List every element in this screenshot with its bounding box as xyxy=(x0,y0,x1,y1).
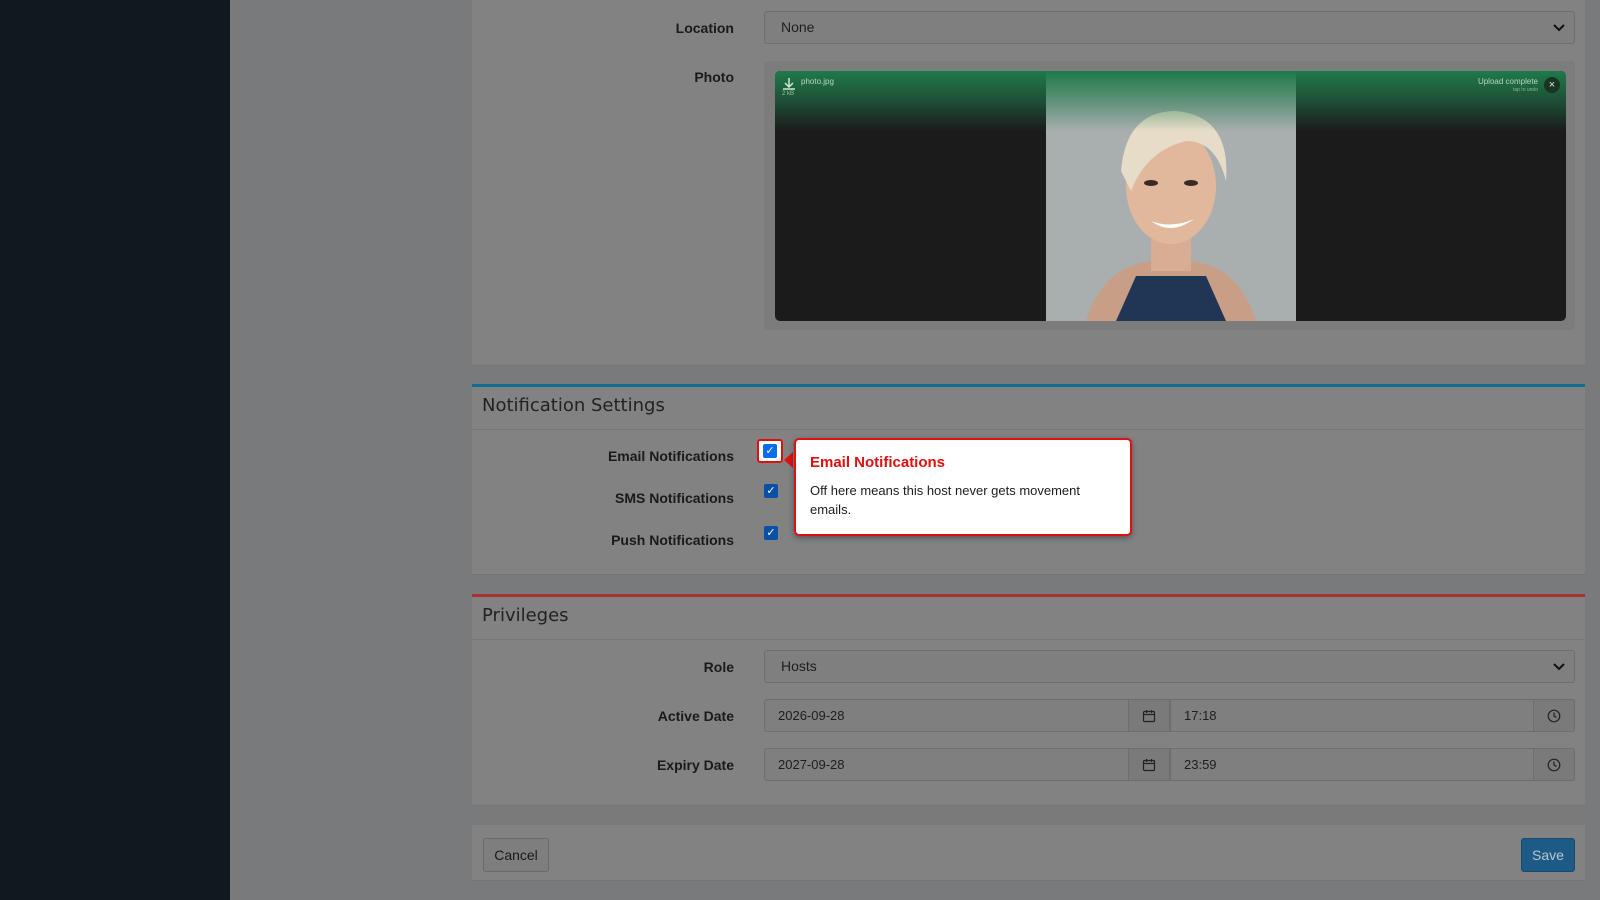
push-notifications-label: Push Notifications xyxy=(611,532,734,548)
divider xyxy=(472,639,1585,640)
expiry-time-input[interactable]: 23:59 xyxy=(1170,748,1535,781)
notification-settings-title: Notification Settings xyxy=(482,395,665,416)
push-notifications-checkbox[interactable]: ✓ xyxy=(764,526,778,540)
divider xyxy=(472,429,1585,430)
form-footer xyxy=(472,825,1585,881)
chevron-down-icon xyxy=(1553,24,1565,32)
active-date-picker-button[interactable] xyxy=(1128,699,1170,732)
clock-icon xyxy=(1547,709,1561,723)
email-notifications-label: Email Notifications xyxy=(607,448,734,464)
download-icon[interactable] xyxy=(782,77,796,91)
chevron-down-icon xyxy=(1553,663,1565,671)
email-notifications-checkbox[interactable]: ✓ xyxy=(757,439,783,463)
tooltip-body: Off here means this host never gets move… xyxy=(810,483,1081,517)
cancel-button[interactable]: Cancel xyxy=(483,838,549,872)
tooltip-arrow xyxy=(784,452,793,468)
role-select[interactable]: Hosts xyxy=(764,650,1575,683)
location-label: Location xyxy=(675,20,734,36)
active-time-input[interactable]: 17:18 xyxy=(1170,699,1535,732)
sms-notifications-checkbox[interactable]: ✓ xyxy=(764,484,778,498)
clock-icon xyxy=(1547,758,1561,772)
sidebar xyxy=(0,0,230,900)
expiry-time-picker-button[interactable] xyxy=(1533,748,1575,781)
photo-file-size: 2 kB xyxy=(782,91,795,97)
upload-hint: tap to undo xyxy=(1512,87,1538,93)
role-label: Role xyxy=(703,659,734,675)
expiry-date-input[interactable]: 2027-09-28 xyxy=(764,748,1129,781)
expiry-date-label: Expiry Date xyxy=(656,757,734,773)
help-tooltip: Email Notifications Off here means this … xyxy=(794,438,1132,536)
photo-file-name: photo.jpg xyxy=(801,77,834,86)
sms-notifications-label: SMS Notifications xyxy=(614,490,734,506)
privileges-title: Privileges xyxy=(482,605,569,626)
remove-photo-icon[interactable]: × xyxy=(1544,77,1560,93)
active-time-picker-button[interactable] xyxy=(1533,699,1575,732)
active-date-label: Active Date xyxy=(657,708,734,724)
calendar-icon xyxy=(1142,710,1156,723)
tooltip-title: Email Notifications xyxy=(810,454,946,471)
photo-preview: photo.jpg 2 kB Upload complete tap to un… xyxy=(775,71,1566,321)
photo-label: Photo xyxy=(694,69,734,85)
role-value: Hosts xyxy=(781,658,817,674)
photo-dropzone[interactable]: photo.jpg 2 kB Upload complete tap to un… xyxy=(764,61,1575,330)
upload-status-bar xyxy=(775,71,1566,131)
checkmark-icon: ✓ xyxy=(763,444,777,458)
active-date-input[interactable]: 2026-09-28 xyxy=(764,699,1129,732)
expiry-date-picker-button[interactable] xyxy=(1128,748,1170,781)
location-value: None xyxy=(781,19,815,35)
calendar-icon xyxy=(1142,759,1156,772)
upload-status: Upload complete xyxy=(1477,77,1538,86)
location-select[interactable]: None xyxy=(764,11,1575,44)
save-button[interactable]: Save xyxy=(1521,838,1575,872)
